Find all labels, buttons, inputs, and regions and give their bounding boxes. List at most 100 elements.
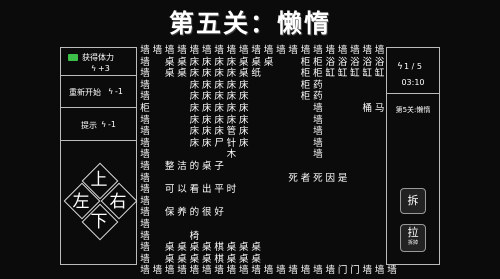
board-cell[interactable]: 养 [176,207,188,219]
board-cell[interactable]: 棋 [213,242,225,254]
board-cell[interactable]: 桌 [250,242,262,254]
board-cell[interactable]: 死 [312,173,324,185]
board-cell[interactable]: 床 [201,115,213,127]
board-cell[interactable]: 因 [324,173,336,185]
board-cell[interactable]: 桌 [188,242,200,254]
board-cell[interactable]: 墙 [312,265,324,277]
board-cell[interactable]: 床 [238,115,250,127]
board-cell[interactable]: 是 [337,173,349,185]
board-cell[interactable]: 桌 [164,68,176,80]
board-cell[interactable]: 墙 [151,265,163,277]
board-cell[interactable]: 床 [225,68,237,80]
board-cell[interactable]: 床 [238,138,250,150]
board-cell[interactable]: 柜 [312,57,324,69]
board-cell[interactable]: 床 [213,126,225,138]
board-cell[interactable]: 床 [201,80,213,92]
board-cell[interactable]: 墙 [139,184,151,196]
board-cell[interactable]: 墙 [275,45,287,57]
board-cell[interactable]: 床 [188,80,200,92]
board-cell[interactable]: 床 [238,91,250,103]
board-cell[interactable]: 墙 [139,126,151,138]
board-cell[interactable]: 床 [201,126,213,138]
board-cell[interactable]: 墙 [151,45,163,57]
board-cell[interactable]: 墙 [324,265,336,277]
board-cell[interactable]: 墙 [349,45,361,57]
board-cell[interactable]: 墙 [139,231,151,243]
board-cell[interactable]: 床 [201,57,213,69]
board-cell[interactable]: 墙 [139,254,151,266]
board-cell[interactable]: 墙 [324,45,336,57]
board-cell[interactable]: 床 [225,103,237,115]
board-cell[interactable]: 门 [349,265,361,277]
board-cell[interactable]: 墙 [139,196,151,208]
board-cell[interactable]: 床 [225,115,237,127]
board-cell[interactable]: 墙 [312,103,324,115]
board-cell[interactable]: 缸 [337,68,349,80]
board-cell[interactable]: 墙 [188,265,200,277]
board-cell[interactable]: 床 [188,138,200,150]
board-cell[interactable]: 子 [213,161,225,173]
board-cell[interactable]: 床 [188,126,200,138]
board-cell[interactable]: 墙 [176,265,188,277]
board-cell[interactable]: 床 [188,103,200,115]
board-cell[interactable]: 药 [312,80,324,92]
board-cell[interactable]: 墙 [139,80,151,92]
board-cell[interactable]: 墙 [139,68,151,80]
board-cell[interactable]: 墙 [361,265,373,277]
board-cell[interactable]: 缸 [361,68,373,80]
board-cell[interactable]: 桌 [238,242,250,254]
board-cell[interactable]: 墙 [312,126,324,138]
board-cell[interactable]: 墙 [300,265,312,277]
board-cell[interactable]: 桌 [201,254,213,266]
board-cell[interactable]: 桌 [176,254,188,266]
board-cell[interactable]: 桌 [201,242,213,254]
board-cell[interactable]: 柜 [139,103,151,115]
board-cell[interactable]: 墙 [374,265,386,277]
board-cell[interactable]: 浴 [374,57,386,69]
board-cell[interactable]: 管 [225,126,237,138]
board-cell[interactable]: 可 [164,184,176,196]
board-cell[interactable]: 柜 [300,68,312,80]
board-cell[interactable]: 床 [213,68,225,80]
board-cell[interactable]: 桌 [164,242,176,254]
board-cell[interactable]: 缸 [324,68,336,80]
board-cell[interactable]: 椅 [188,231,200,243]
board-cell[interactable]: 床 [213,115,225,127]
board-cell[interactable]: 浴 [361,57,373,69]
board-cell[interactable]: 柜 [300,80,312,92]
board-cell[interactable]: 者 [300,173,312,185]
board-cell[interactable]: 桌 [238,68,250,80]
board-cell[interactable]: 墙 [139,265,151,277]
board-cell[interactable]: 床 [188,57,200,69]
board-cell[interactable]: 床 [201,103,213,115]
board-cell[interactable]: 桌 [164,57,176,69]
board-cell[interactable]: 墙 [201,265,213,277]
board-cell[interactable]: 浴 [349,57,361,69]
board-cell[interactable]: 墙 [263,45,275,57]
board-cell[interactable]: 墙 [164,265,176,277]
board-cell[interactable]: 床 [201,138,213,150]
board-cell[interactable]: 桌 [201,161,213,173]
board-cell[interactable]: 时 [225,184,237,196]
board-cell[interactable]: 床 [201,68,213,80]
board-cell[interactable]: 床 [213,103,225,115]
board-cell[interactable]: 墙 [201,45,213,57]
board-cell[interactable]: 墙 [139,91,151,103]
board-cell[interactable]: 墙 [225,45,237,57]
board-cell[interactable]: 墙 [337,45,349,57]
board-cell[interactable]: 缸 [349,68,361,80]
board-cell[interactable]: 浴 [324,57,336,69]
board-cell[interactable]: 门 [337,265,349,277]
board-cell[interactable]: 死 [287,173,299,185]
board-cell[interactable]: 床 [213,57,225,69]
board-cell[interactable]: 墙 [139,57,151,69]
board-cell[interactable]: 药 [312,91,324,103]
board-cell[interactable]: 墙 [213,45,225,57]
board-cell[interactable]: 墙 [188,45,200,57]
board-cell[interactable]: 保 [164,207,176,219]
board-cell[interactable]: 桌 [238,57,250,69]
hint-button[interactable]: 提示 ϟ -1 [61,108,136,141]
board-cell[interactable]: 墙 [374,45,386,57]
board-cell[interactable]: 的 [188,161,200,173]
board-cell[interactable]: 尸 [213,138,225,150]
